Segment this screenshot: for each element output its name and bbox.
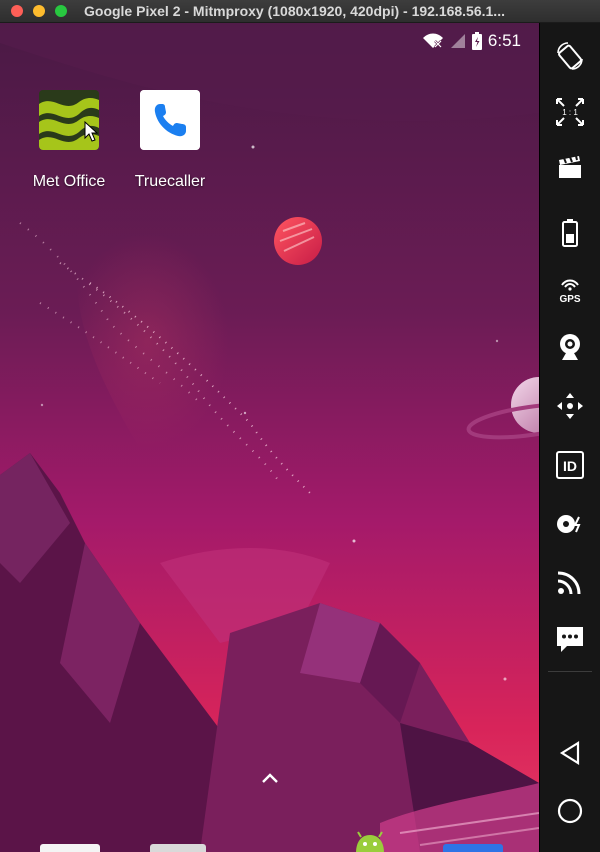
disk-io-button[interactable] xyxy=(540,504,600,544)
battery-button[interactable] xyxy=(540,213,600,253)
home-circle-icon xyxy=(557,798,583,824)
disk-icon xyxy=(557,515,581,533)
battery-icon xyxy=(471,32,482,50)
toolbar-divider xyxy=(548,671,592,672)
chevron-up-icon[interactable] xyxy=(259,771,281,785)
wifi-off-icon xyxy=(422,33,443,48)
window-titlebar: Google Pixel 2 - Mitmproxy (1080x1920, 4… xyxy=(0,0,600,23)
screencast-button[interactable] xyxy=(540,147,600,187)
clapperboard-icon xyxy=(559,155,581,178)
back-button[interactable] xyxy=(540,733,600,773)
scale-1-1-icon: 1 : 1 xyxy=(556,98,584,126)
window-title: Google Pixel 2 - Mitmproxy (1080x1920, 4… xyxy=(84,3,505,19)
signal-icon xyxy=(450,34,465,48)
scale-label: 1 : 1 xyxy=(562,108,578,117)
remote-control-button[interactable] xyxy=(540,386,600,426)
close-window-button[interactable] xyxy=(11,5,23,17)
battery-icon xyxy=(562,219,578,247)
emulator-toolbar: 1 : 1 GPS ID xyxy=(540,23,600,852)
status-bar: 6:51 xyxy=(422,29,521,53)
home-button[interactable] xyxy=(540,791,600,831)
sms-button[interactable] xyxy=(540,619,600,659)
app-label-met-office: Met Office xyxy=(32,173,106,190)
truecaller-phone-icon xyxy=(140,90,200,150)
status-time: 6:51 xyxy=(487,31,521,50)
device-screen[interactable]: 6:51 Met Office Truecaller xyxy=(0,23,539,852)
back-triangle-icon xyxy=(559,741,580,765)
id-icon: ID xyxy=(556,451,584,479)
gps-icon: GPS xyxy=(559,279,581,305)
id-label: ID xyxy=(563,458,577,474)
app-truecaller[interactable]: Truecaller xyxy=(115,90,225,191)
met-office-icon xyxy=(39,90,99,150)
rotate-button[interactable] xyxy=(540,36,600,76)
app-met-office[interactable]: Met Office xyxy=(14,90,124,191)
gps-label: GPS xyxy=(559,294,580,305)
rotate-icon xyxy=(557,42,583,70)
dock-icon-gray[interactable] xyxy=(150,844,206,852)
dock-icon-blue[interactable] xyxy=(443,844,503,852)
identifiers-button[interactable]: ID xyxy=(540,445,600,485)
webcam-icon xyxy=(560,334,580,360)
camera-button[interactable] xyxy=(540,327,600,367)
app-label-truecaller: Truecaller xyxy=(134,173,206,190)
wifi-rss-icon xyxy=(557,571,581,595)
sms-icon xyxy=(557,627,583,652)
minimize-window-button[interactable] xyxy=(33,5,45,17)
dock-icon-white[interactable] xyxy=(40,844,100,852)
pixel-perfect-button[interactable]: 1 : 1 xyxy=(540,92,600,132)
zoom-window-button[interactable] xyxy=(55,5,67,17)
network-button[interactable] xyxy=(540,562,600,602)
android-icon[interactable] xyxy=(352,831,388,852)
gps-button[interactable]: GPS xyxy=(540,270,600,310)
move-arrows-icon xyxy=(557,393,583,419)
